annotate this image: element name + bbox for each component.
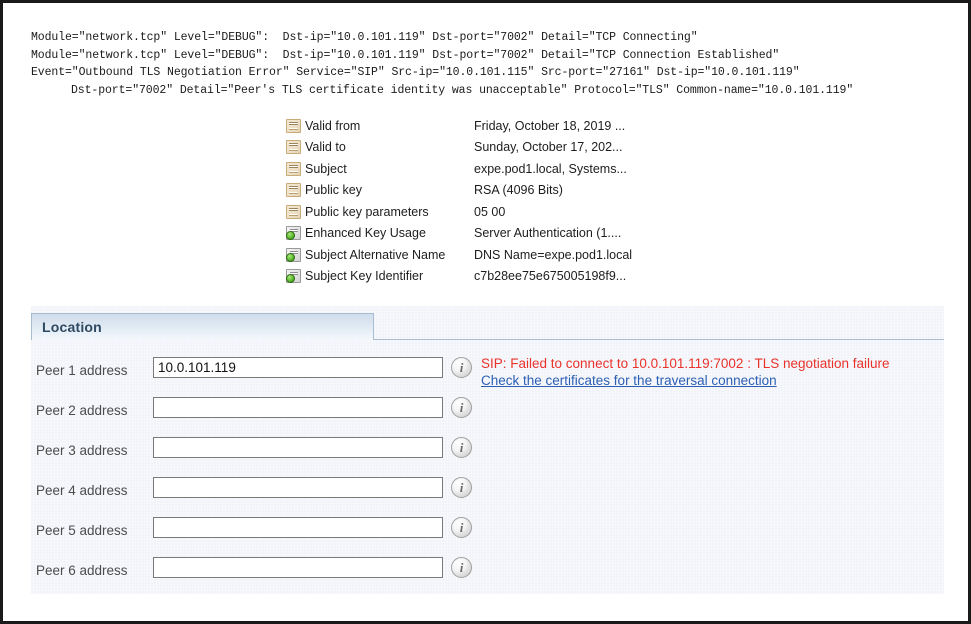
peer-6-address-input[interactable] (153, 557, 443, 578)
screenshot-root: Module="network.tcp" Level="DEBUG": Dst-… (0, 0, 971, 624)
log-output: Module="network.tcp" Level="DEBUG": Dst-… (31, 29, 961, 99)
section-divider (374, 339, 944, 340)
certificate-field-value: Sunday, October 17, 202... (474, 140, 622, 154)
certificate-field-label: Public key parameters (305, 205, 429, 219)
certificate-row[interactable]: Subject Alternative Name DNS Name=expe.p… (286, 244, 666, 266)
certificate-field-label: Subject (305, 162, 347, 176)
info-icon[interactable]: i (451, 397, 472, 418)
certificate-field-label: Valid from (305, 119, 360, 133)
page-icon (286, 162, 301, 176)
location-section-header[interactable]: Location (31, 313, 374, 340)
certificate-row[interactable]: Subject expe.pod1.local, Systems... (286, 158, 666, 180)
peer-3-label: Peer 3 address (36, 443, 128, 458)
check-certificates-link[interactable]: Check the certificates for the traversal… (481, 372, 777, 389)
certificate-row[interactable]: Public key RSA (4096 Bits) (286, 180, 666, 202)
log-line: Module="network.tcp" Level="DEBUG": Dst-… (31, 47, 961, 65)
log-line: Module="network.tcp" Level="DEBUG": Dst-… (31, 29, 961, 47)
peer-address-form: Peer 1 address i SIP: Failed to connect … (31, 354, 944, 594)
peer-4-label: Peer 4 address (36, 483, 128, 498)
info-icon[interactable]: i (451, 477, 472, 498)
error-message: SIP: Failed to connect to 10.0.101.119:7… (481, 355, 951, 372)
certificate-row[interactable]: Public key parameters 05 00 (286, 201, 666, 223)
log-line: Event="Outbound TLS Negotiation Error" S… (31, 64, 961, 82)
peer-1-error-block: SIP: Failed to connect to 10.0.101.119:7… (481, 355, 951, 390)
certificate-field-label: Enhanced Key Usage (305, 226, 426, 240)
certificate-field-label: Valid to (305, 140, 346, 154)
page-icon (286, 205, 301, 219)
page-icon (286, 140, 301, 154)
certificate-row[interactable]: Valid to Sunday, October 17, 202... (286, 137, 666, 159)
peer-2-label: Peer 2 address (36, 403, 128, 418)
peer-4-address-input[interactable] (153, 477, 443, 498)
certificate-field-list: Valid from Friday, October 18, 2019 ... … (286, 115, 666, 287)
info-icon[interactable]: i (451, 437, 472, 458)
certificate-field-label: Subject Key Identifier (305, 269, 423, 283)
peer-5-address-input[interactable] (153, 517, 443, 538)
certificate-row[interactable]: Enhanced Key Usage Server Authentication… (286, 223, 666, 245)
page-icon (286, 183, 301, 197)
page-green-icon (286, 269, 301, 283)
form-row-peer-2: Peer 2 address i (31, 394, 944, 434)
form-row-peer-4: Peer 4 address i (31, 474, 944, 514)
certificate-field-value: expe.pod1.local, Systems... (474, 162, 627, 176)
info-icon[interactable]: i (451, 557, 472, 578)
certificate-field-value: 05 00 (474, 205, 505, 219)
certificate-field-value: RSA (4096 Bits) (474, 183, 563, 197)
certificate-row[interactable]: Subject Key Identifier c7b28ee75e6750051… (286, 266, 666, 288)
peer-2-address-input[interactable] (153, 397, 443, 418)
peer-1-address-input[interactable] (153, 357, 443, 378)
certificate-row[interactable]: Valid from Friday, October 18, 2019 ... (286, 115, 666, 137)
certificate-field-value: c7b28ee75e675005198f9... (474, 269, 626, 283)
form-row-peer-3: Peer 3 address i (31, 434, 944, 474)
form-row-peer-5: Peer 5 address i (31, 514, 944, 554)
peer-3-address-input[interactable] (153, 437, 443, 458)
page-green-icon (286, 226, 301, 240)
form-row-peer-1: Peer 1 address i SIP: Failed to connect … (31, 354, 944, 394)
section-title: Location (32, 319, 102, 335)
peer-6-label: Peer 6 address (36, 563, 128, 578)
certificate-field-value: DNS Name=expe.pod1.local (474, 248, 632, 262)
page-green-icon (286, 248, 301, 262)
info-icon[interactable]: i (451, 357, 472, 378)
peer-1-label: Peer 1 address (36, 363, 128, 378)
location-panel: Location Peer 1 address i SIP: Failed to… (31, 306, 944, 594)
form-row-peer-6: Peer 6 address i (31, 554, 944, 594)
info-icon[interactable]: i (451, 517, 472, 538)
certificate-field-label: Subject Alternative Name (305, 248, 445, 262)
certificate-field-label: Public key (305, 183, 362, 197)
log-line: Dst-port="7002" Detail="Peer's TLS certi… (31, 82, 961, 100)
certificate-field-value: Friday, October 18, 2019 ... (474, 119, 625, 133)
page-icon (286, 119, 301, 133)
peer-5-label: Peer 5 address (36, 523, 128, 538)
certificate-field-value: Server Authentication (1.... (474, 226, 621, 240)
